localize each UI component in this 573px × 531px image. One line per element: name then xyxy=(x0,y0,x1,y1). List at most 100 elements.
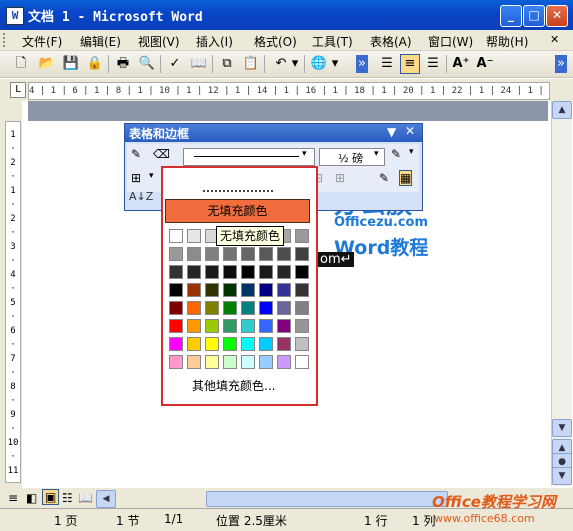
chevron-down-icon[interactable]: ▾ xyxy=(302,149,307,159)
color-swatch[interactable] xyxy=(223,319,237,333)
color-swatch[interactable] xyxy=(205,265,219,279)
draw-table-icon[interactable]: ✎ xyxy=(131,147,141,161)
color-swatch[interactable] xyxy=(295,283,309,297)
color-swatch[interactable] xyxy=(187,265,201,279)
horizontal-ruler[interactable]: 4 | 1 | 6 | 1 | 8 | 1 | 10 | 1 | 12 | 1 … xyxy=(28,82,550,100)
color-swatch[interactable] xyxy=(187,337,201,351)
menu-window[interactable]: 窗口(W) xyxy=(428,33,473,50)
scroll-up-button[interactable]: ▲ xyxy=(552,101,572,119)
color-swatch[interactable] xyxy=(259,247,273,261)
tab-selector-icon[interactable]: L xyxy=(10,82,26,98)
color-swatch[interactable] xyxy=(295,229,309,243)
color-swatch[interactable] xyxy=(223,283,237,297)
no-fill-button[interactable]: 无填充颜色 xyxy=(165,199,310,223)
undo-dropdown-icon[interactable]: ▾ xyxy=(290,55,300,73)
new-icon[interactable]: 🗋 xyxy=(12,55,30,73)
hyperlink-icon[interactable]: 🌐 xyxy=(310,55,328,73)
save-icon[interactable]: 💾 xyxy=(62,55,80,73)
color-swatch[interactable] xyxy=(241,265,255,279)
color-swatch[interactable] xyxy=(241,247,255,261)
color-swatch[interactable] xyxy=(241,283,255,297)
vertical-ruler[interactable]: 1 · 2 · 1 · 2 · 3 · 4 · 5 · 6 · 7 · 8 · 9 · 10 · 11 xyxy=(5,121,21,483)
color-swatch[interactable] xyxy=(169,355,183,369)
color-swatch[interactable] xyxy=(277,319,291,333)
chevron-down-icon[interactable]: ▾ xyxy=(149,171,154,181)
reading-view-icon[interactable]: 📖 xyxy=(78,491,93,505)
color-swatch[interactable] xyxy=(187,247,201,261)
toolbar-close-icon[interactable]: ✕ xyxy=(405,124,415,138)
line-weight-select[interactable]: ½ 磅 ▾ xyxy=(319,148,385,166)
color-swatch[interactable] xyxy=(187,319,201,333)
normal-view-icon[interactable]: ≡ xyxy=(8,491,18,505)
color-swatch[interactable] xyxy=(187,355,201,369)
color-swatch[interactable] xyxy=(223,355,237,369)
chevron-down-icon[interactable]: ▾ xyxy=(409,147,414,157)
horizontal-scroll-thumb[interactable] xyxy=(206,491,448,507)
outside-border-icon[interactable]: ⊞ xyxy=(131,171,141,185)
close-doc-icon[interactable]: ✕ xyxy=(550,33,559,46)
menu-tools[interactable]: 工具(T) xyxy=(312,33,353,50)
color-swatch[interactable] xyxy=(169,265,183,279)
menu-view[interactable]: 视图(V) xyxy=(138,33,180,50)
menu-help[interactable]: 帮助(H) xyxy=(486,33,528,50)
toolbar-header[interactable]: 表格和边框 ▼ ✕ xyxy=(125,124,422,142)
more-fill-colors-button[interactable]: 其他填充颜色... xyxy=(192,377,275,394)
permission-icon[interactable]: 🔒 xyxy=(86,55,104,73)
color-swatch[interactable] xyxy=(169,229,183,243)
sort-ascending-icon[interactable]: A↓Z xyxy=(129,190,153,203)
color-swatch[interactable] xyxy=(241,301,255,315)
dropdown-grip[interactable] xyxy=(203,190,273,196)
color-swatch[interactable] xyxy=(277,337,291,351)
print-preview-icon[interactable]: 🔍 xyxy=(138,55,156,73)
print-icon[interactable]: 🖶 xyxy=(114,55,132,73)
menu-grip[interactable] xyxy=(3,33,8,47)
color-swatch[interactable] xyxy=(223,337,237,351)
grow-font-icon[interactable]: A⁺ xyxy=(452,55,470,73)
chevron-down-icon[interactable]: ▾ xyxy=(374,149,379,159)
menu-edit[interactable]: 编辑(E) xyxy=(80,33,121,50)
color-swatch[interactable] xyxy=(205,301,219,315)
color-swatch[interactable] xyxy=(169,337,183,351)
show-gridlines-icon[interactable]: ▦ xyxy=(399,170,413,186)
color-swatch[interactable] xyxy=(295,301,309,315)
color-swatch[interactable] xyxy=(295,355,309,369)
next-page-button[interactable]: ▼ xyxy=(552,467,572,485)
spelling-icon[interactable]: ✓ xyxy=(166,55,184,73)
color-swatch[interactable] xyxy=(295,337,309,351)
maximize-button[interactable]: □ xyxy=(523,5,545,27)
justify-icon[interactable]: ☰ xyxy=(424,55,442,73)
color-swatch[interactable] xyxy=(187,283,201,297)
color-swatch[interactable] xyxy=(223,265,237,279)
color-swatch[interactable] xyxy=(259,265,273,279)
align-left-icon[interactable]: ☰ xyxy=(378,55,396,73)
color-swatch[interactable] xyxy=(187,301,201,315)
color-swatch[interactable] xyxy=(295,319,309,333)
color-swatch[interactable] xyxy=(223,301,237,315)
color-swatch[interactable] xyxy=(259,283,273,297)
color-swatch[interactable] xyxy=(169,283,183,297)
autoformat-icon[interactable]: ✎ xyxy=(379,171,389,185)
shrink-font-icon[interactable]: A⁻ xyxy=(476,55,494,73)
line-style-select[interactable]: ▾ xyxy=(183,148,315,166)
color-swatch[interactable] xyxy=(241,337,255,351)
align-center-icon[interactable]: ≡ xyxy=(400,54,420,74)
color-swatch[interactable] xyxy=(205,283,219,297)
color-swatch[interactable] xyxy=(205,355,219,369)
undo-icon[interactable]: ↶ xyxy=(272,55,290,73)
color-swatch[interactable] xyxy=(295,265,309,279)
color-swatch[interactable] xyxy=(277,247,291,261)
color-swatch[interactable] xyxy=(241,355,255,369)
research-icon[interactable]: 📖 xyxy=(190,55,208,73)
color-swatch[interactable] xyxy=(205,319,219,333)
color-swatch[interactable] xyxy=(169,247,183,261)
color-swatch[interactable] xyxy=(277,355,291,369)
toolbar-options-icon[interactable]: » xyxy=(356,55,368,73)
distribute-columns-icon[interactable]: ⊞ xyxy=(335,171,345,185)
word-app-icon[interactable]: W xyxy=(6,7,24,25)
web-view-icon[interactable]: ◧ xyxy=(26,491,37,505)
scroll-left-button[interactable]: ◀ xyxy=(96,490,116,508)
color-swatch[interactable] xyxy=(295,247,309,261)
document-text[interactable]: om↵ xyxy=(318,252,354,267)
color-swatch[interactable] xyxy=(241,319,255,333)
menu-file[interactable]: 文件(F) xyxy=(22,33,62,50)
